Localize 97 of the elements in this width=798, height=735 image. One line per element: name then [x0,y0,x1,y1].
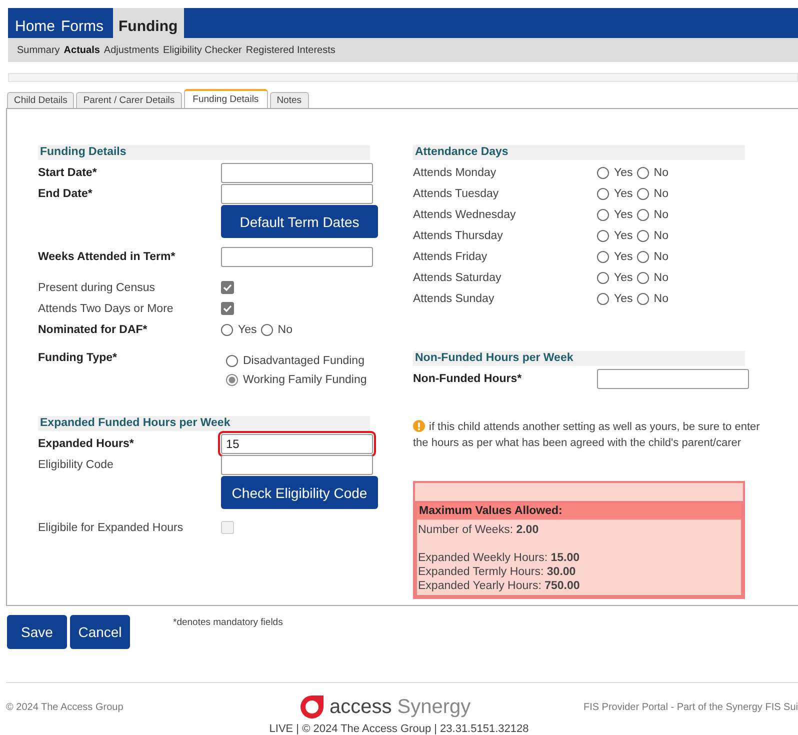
radio-button[interactable] [597,230,609,242]
radio-label: No [654,292,668,304]
check-icon [222,282,233,293]
tab[interactable]: Notes [270,92,309,108]
field-label: Expanded Hours* [38,438,135,450]
portal-text: FIS Provider Portal - Part of the Synergy FIS Sui [583,702,798,712]
check-icon [222,303,233,314]
action-button[interactable]: Cancel [70,615,130,649]
field-label: Nominated for DAF* [38,324,148,336]
field-label: Attends Sunday [413,292,496,304]
sub-nav-link[interactable]: Adjustments [104,44,159,56]
input-field[interactable] [221,162,373,182]
field-label: Eligibile for Expanded Hours [38,522,184,534]
tab[interactable]: Funding Details [184,89,268,108]
field-label: Present during Census [38,282,156,294]
sub-nav-link[interactable]: Summary [17,44,60,56]
radio-label: Yes [614,250,633,262]
field-label: Attends Two Days or More [38,302,174,314]
limit-text: Expanded Yearly Hours: 750.00 [418,579,581,593]
radio-label: No [654,250,668,262]
radio-label: No [278,324,292,336]
radio-label: Yes [614,230,633,242]
radio-label: No [654,230,668,242]
radio-button[interactable] [636,208,649,220]
field-label: Weeks Attended in Term* [38,250,176,262]
field-label: Attends Friday [413,250,488,262]
field-label: Attends Tuesday [413,188,500,200]
tab[interactable]: Child Details [7,92,74,108]
checkbox[interactable] [221,302,234,315]
input-field[interactable] [221,454,373,474]
action-button[interactable]: Check Eligibility Code [221,476,378,509]
limit-text: Expanded Weekly Hours: 15.00 [418,551,581,565]
radio-button[interactable] [597,250,609,262]
radio-label: Working Family Funding [243,374,367,386]
radio-button[interactable] [636,166,649,178]
input-field[interactable] [221,184,373,204]
section-heading: Funding Details [38,145,370,160]
radio-label: Yes [614,292,633,304]
copyright-text: © 2024 The Access Group [6,702,124,712]
radio-button[interactable] [636,250,649,262]
logo-icon [299,694,326,720]
field-label: Attends Saturday [413,272,502,284]
radio-button[interactable] [597,272,609,284]
field-label: Non-Funded Hours* [413,372,523,384]
radio-label: Yes [238,324,257,336]
input-field[interactable] [221,246,373,266]
radio-label: Yes [614,166,633,178]
radio-button[interactable] [636,188,649,200]
info-note: if this child attends another setting as well as yours, be sure to enter the hours as per what has been agreed with the child's parent/carer [413,419,761,451]
radio-button[interactable] [597,208,609,220]
radio-label: No [654,208,668,220]
nav-tab[interactable]: Home [12,8,58,38]
radio-label: No [654,166,668,178]
tab[interactable]: Parent / Carer Details [76,92,182,108]
radio-button[interactable] [260,324,273,336]
radio-button[interactable] [597,292,609,304]
field-label: Attends Wednesday [413,208,517,220]
warning-icon [413,420,425,432]
field-label: Attends Thursday [413,230,504,242]
radio-label: Yes [614,188,633,200]
limit-text: Expanded Termly Hours: 30.00 [418,565,577,579]
action-button[interactable]: Save [7,615,67,649]
radio-button[interactable] [226,355,238,367]
sub-nav-link[interactable]: Actuals [64,44,100,56]
radio-button[interactable] [597,166,609,178]
build-info: LIVE | © 2024 The Access Group | 23.31.5151.32128 [268,723,530,735]
input-field[interactable]: 15 [221,434,373,454]
nav-tab[interactable]: Funding [112,8,184,38]
radio-button[interactable] [636,272,649,284]
nav-tab[interactable]: Forms [58,8,107,38]
section-heading: Non-Funded Hours per Week [413,351,745,366]
checkbox[interactable] [221,281,234,294]
field-label: Funding Type* [38,352,118,364]
input-field[interactable] [597,368,749,388]
limits-heading: Maximum Values Allowed: [417,503,741,519]
section-heading: Expanded Funded Hours per Week [38,416,370,431]
sub-nav-link[interactable]: Eligibility Checker [162,44,242,56]
action-button[interactable]: Default Term Dates [221,205,378,238]
mandatory-note: *denotes mandatory fields [173,617,283,628]
field-label: Eligibility Code [38,458,114,470]
radio-button[interactable] [636,292,649,304]
radio-button[interactable] [636,230,649,242]
sub-nav-link[interactable]: Registered Interests [246,44,336,56]
logo-wordmark: access Synergy [329,696,471,718]
radio-button[interactable] [597,188,609,200]
section-heading: Attendance Days [413,145,745,160]
radio-button[interactable] [221,324,233,336]
radio-label: Yes [614,272,633,284]
limit-text: Number of Weeks: 2.00 [418,523,540,537]
field-label: End Date* [38,188,94,200]
radio-label: No [654,188,668,200]
field-label: Start Date* [38,166,98,178]
radio-button[interactable] [226,374,238,386]
radio-label: Yes [614,208,633,220]
field-label: Attends Monday [413,166,498,178]
radio-label: Disadvantaged Funding [243,355,364,367]
radio-label: No [654,272,668,284]
